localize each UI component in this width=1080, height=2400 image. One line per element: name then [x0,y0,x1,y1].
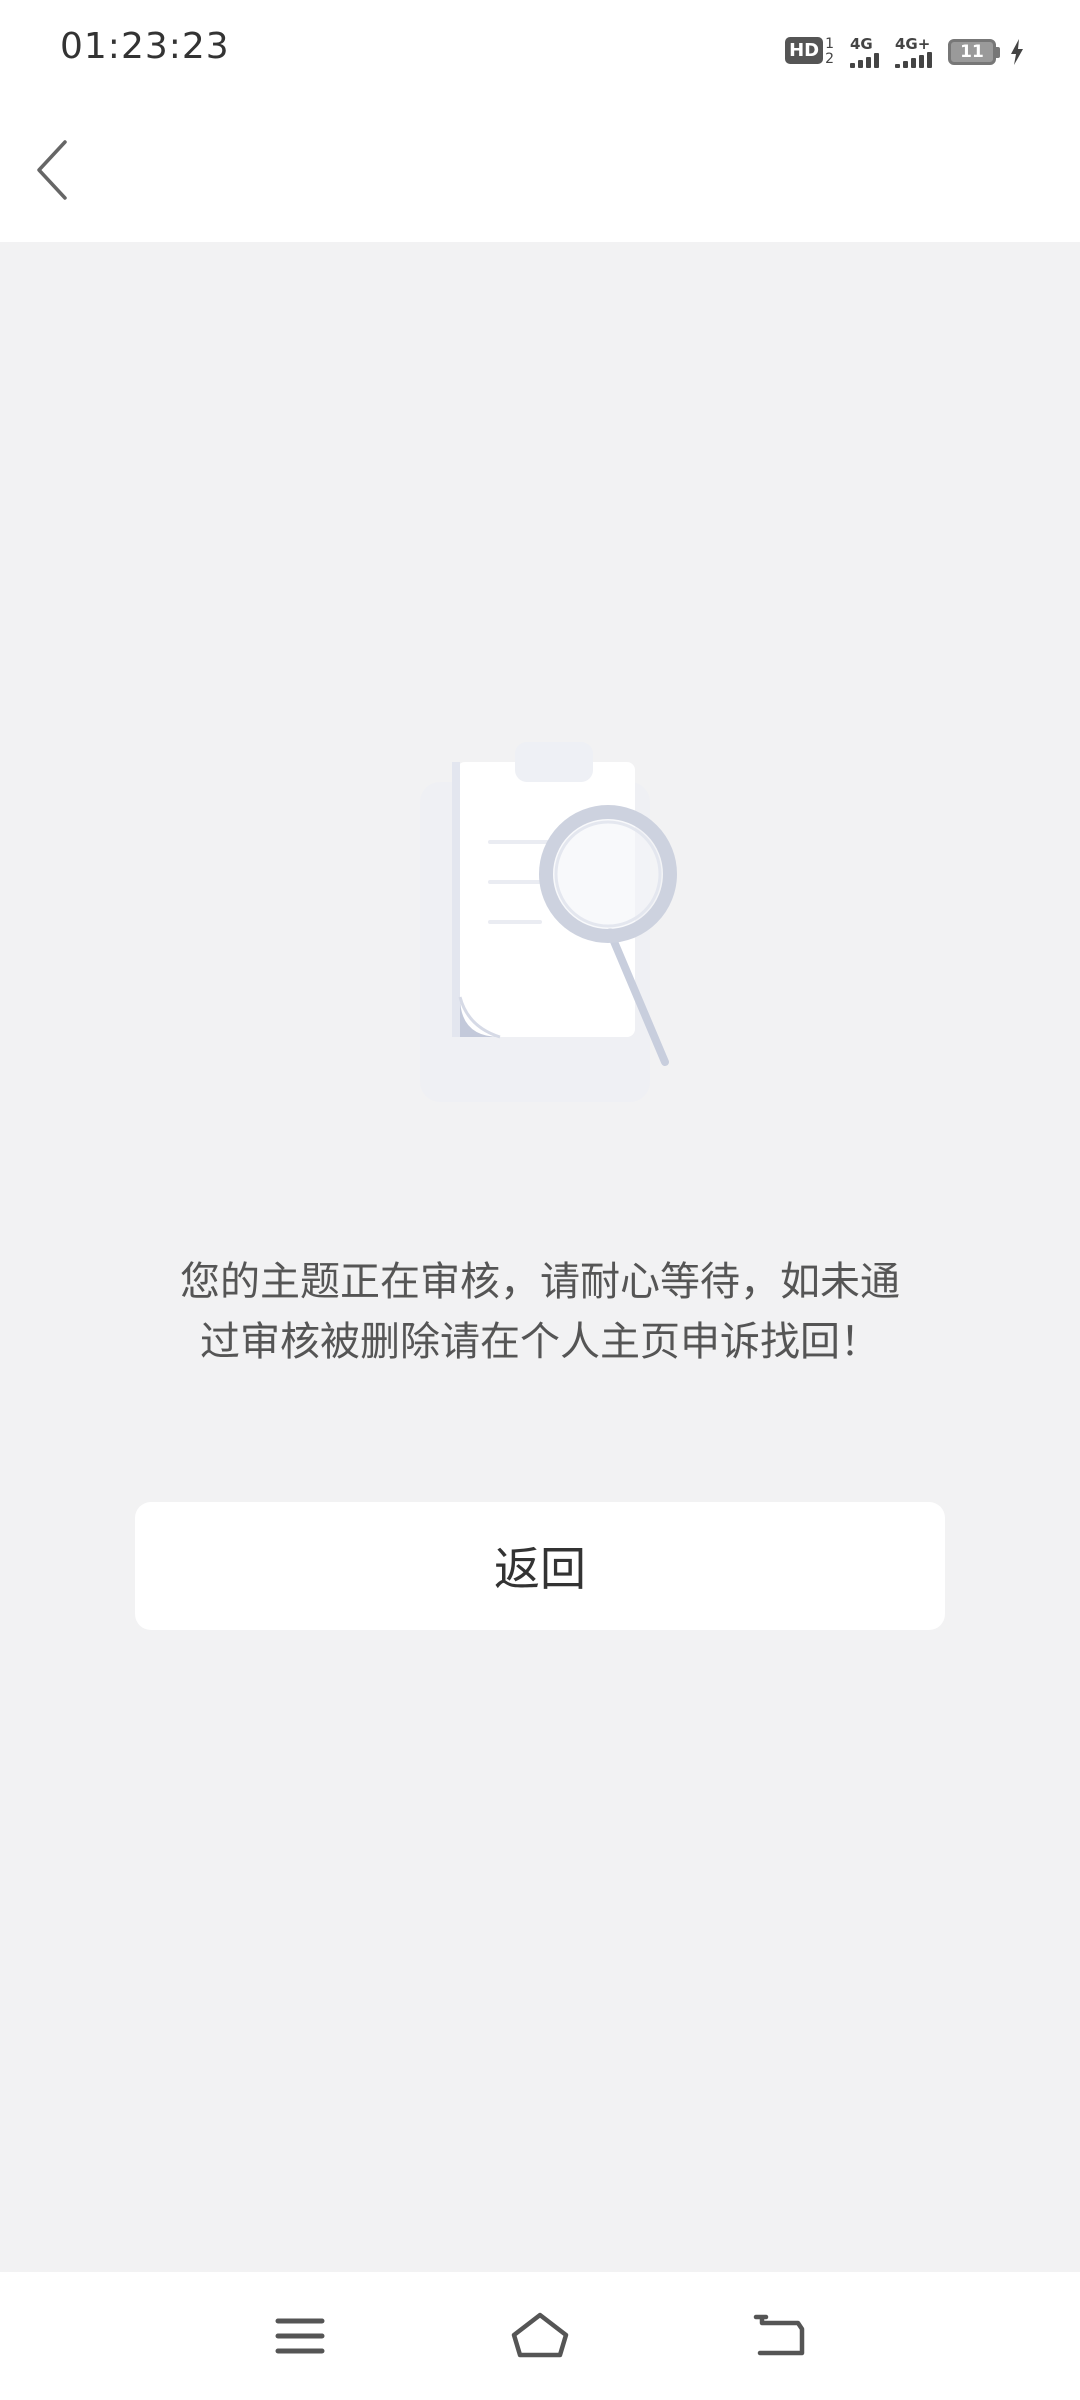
hd-sim-bottom: 2 [825,51,834,67]
nav-header [0,100,1080,242]
main-content: 您的主题正在审核，请耐心等待，如未通过审核被删除请在个人主页申诉找回！ 返回 [0,242,1080,2272]
back-button[interactable] [18,130,88,210]
battery-icon: 11 [948,39,1024,65]
signal-icon-sim2: 4G+ [895,36,932,68]
network-type-2: 4G+ [895,35,931,53]
review-message: 您的主题正在审核，请耐心等待，如未通过审核被删除请在个人主页申诉找回！ [180,1259,900,1365]
system-nav-bar [0,2272,1080,2400]
return-button[interactable]: 返回 [135,1502,945,1630]
charging-icon [1011,39,1023,65]
back-arrow-icon [753,2314,805,2356]
battery-level: 11 [948,39,996,65]
home-button[interactable] [500,2296,580,2376]
menu-button[interactable] [260,2296,340,2376]
hd-label: HD [785,37,824,64]
status-icons: HD 1 2 4G 4G+ 11 [785,30,1024,74]
home-icon [511,2312,569,2358]
chevron-left-icon [37,140,67,200]
system-back-button[interactable] [740,2296,820,2376]
status-bar: 01:23:23 HD 1 2 4G 4G+ 11 [0,0,1080,100]
status-time: 01:23:23 [60,26,230,67]
menu-icon [275,2318,325,2354]
network-type-1: 4G [850,35,873,53]
hd-voice-icon: HD 1 2 [785,37,834,67]
signal-icon-sim1: 4G [850,36,879,68]
hd-sim-top: 1 [825,36,834,52]
